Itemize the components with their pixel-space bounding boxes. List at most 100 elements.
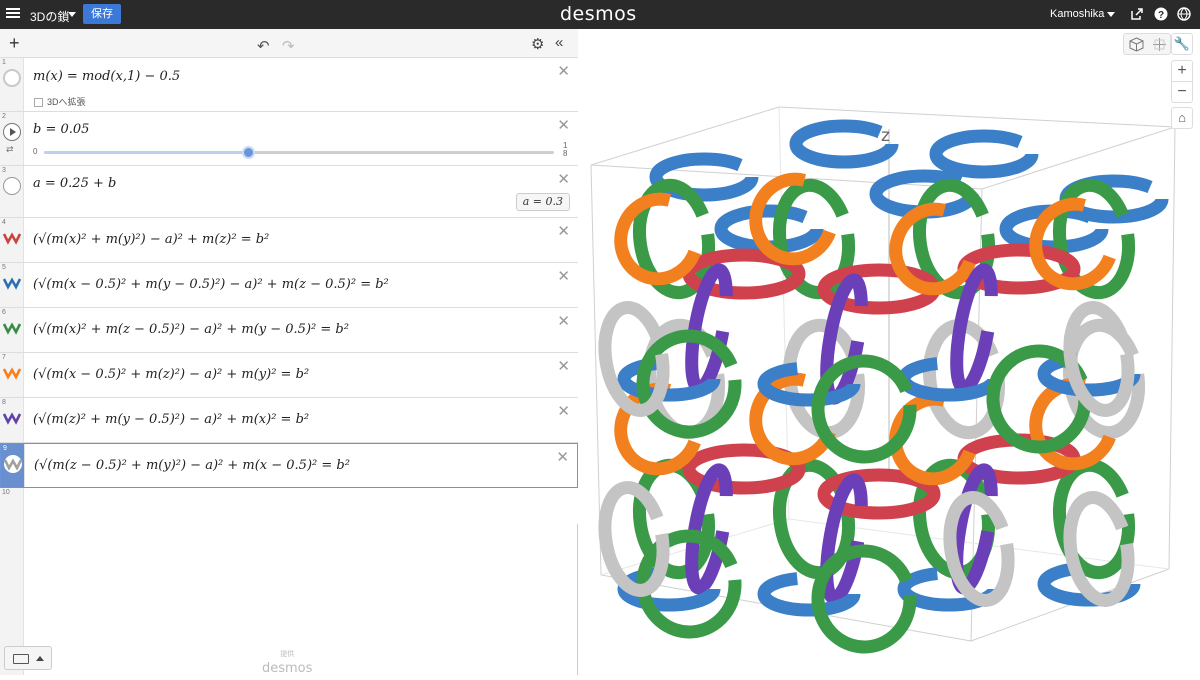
expression-number: 10 bbox=[2, 489, 10, 496]
expression-number: 1 bbox=[2, 59, 6, 66]
expression-math[interactable]: (√(m(x)² + m(z − 0.5)²) − a)² + m(y − 0.… bbox=[33, 322, 349, 337]
chevron-down-icon[interactable] bbox=[1107, 12, 1115, 17]
wrench-icon[interactable]: 🔧 bbox=[1171, 33, 1193, 55]
surface-color-icon[interactable] bbox=[3, 319, 21, 337]
surface-color-icon[interactable] bbox=[3, 409, 21, 427]
zoom-in-button[interactable]: + bbox=[1171, 60, 1193, 82]
expression-math[interactable]: (√(m(z − 0.5)² + m(y)²) − a)² + m(x − 0.… bbox=[34, 458, 350, 473]
checkbox-icon[interactable] bbox=[34, 98, 43, 108]
expression-math[interactable]: m(x) = mod(x,1) − 0.5 bbox=[33, 69, 180, 84]
expression-row[interactable]: 4 (√(m(x)² + m(y)²) − a)² + m(z)² = b² ✕ bbox=[0, 218, 578, 263]
delete-icon[interactable]: ✕ bbox=[557, 62, 570, 80]
variable-icon[interactable] bbox=[3, 177, 21, 195]
slider-fill bbox=[44, 151, 248, 154]
expression-math[interactable]: (√(m(x − 0.5)² + m(z)²) − a)² + m(y)² = … bbox=[33, 367, 309, 382]
svg-text:?: ? bbox=[1158, 10, 1164, 21]
delete-icon[interactable]: ✕ bbox=[556, 448, 569, 466]
expression-row[interactable]: 3 a = 0.25 + b a = 0.3 ✕ bbox=[0, 166, 578, 218]
delete-icon[interactable]: ✕ bbox=[557, 267, 570, 285]
user-menu[interactable]: Kamoshika bbox=[1050, 8, 1104, 20]
menu-icon[interactable] bbox=[6, 6, 20, 22]
expression-gutter: 6 bbox=[0, 308, 24, 352]
expression-row-empty[interactable]: 10 bbox=[0, 488, 578, 524]
home-icon[interactable]: ⌂ bbox=[1171, 107, 1193, 129]
panel-toolbar: + ↶ ↷ ⚙ « bbox=[0, 29, 578, 58]
redo-icon[interactable]: ↷ bbox=[282, 37, 295, 55]
torus-chain-surfaces bbox=[598, 119, 1169, 654]
expression-gutter: 4 bbox=[0, 218, 24, 262]
surface-color-icon[interactable] bbox=[4, 455, 22, 473]
grid-axes-icon[interactable] bbox=[1152, 37, 1167, 52]
keyboard-toggle-button[interactable] bbox=[4, 646, 52, 670]
hidden-toggle-icon[interactable] bbox=[3, 69, 21, 87]
globe-icon[interactable] bbox=[1177, 7, 1191, 21]
expression-row[interactable]: 2 ⇄ b = 0.05 0 18 ✕ bbox=[0, 112, 578, 166]
delete-icon[interactable]: ✕ bbox=[557, 312, 570, 330]
expression-number: 2 bbox=[2, 113, 6, 120]
help-icon[interactable]: ? bbox=[1154, 7, 1168, 21]
expression-gutter: 3 bbox=[0, 166, 24, 217]
graph-3d-canvas[interactable]: z 🔧 + − ⌂ bbox=[579, 29, 1200, 675]
expression-number: 9 bbox=[3, 445, 7, 452]
slider-max-den: 8 bbox=[563, 149, 568, 158]
expression-row-active[interactable]: 9 (√(m(z − 0.5)² + m(y)²) − a)² + m(x − … bbox=[0, 443, 578, 488]
expression-gutter: 9 bbox=[1, 444, 25, 487]
surface-color-icon[interactable] bbox=[3, 229, 21, 247]
expression-row[interactable]: 7 (√(m(x − 0.5)² + m(z)²) − a)² + m(y)² … bbox=[0, 353, 578, 398]
chevron-down-icon[interactable] bbox=[68, 12, 76, 17]
slider-min[interactable]: 0 bbox=[33, 147, 37, 156]
undo-icon[interactable]: ↶ bbox=[257, 37, 270, 55]
collapse-panel-icon[interactable]: « bbox=[555, 34, 563, 51]
expression-number: 4 bbox=[2, 219, 6, 226]
expression-row[interactable]: 8 (√(m(z)² + m(y − 0.5)²) − a)² + m(x)² … bbox=[0, 398, 578, 443]
z-axis-label: z bbox=[881, 126, 890, 146]
expression-row[interactable]: 5 (√(m(x − 0.5)² + m(y − 0.5)²) − a)² + … bbox=[0, 263, 578, 308]
torus-surface bbox=[929, 129, 1039, 179]
torus-surface bbox=[811, 354, 917, 464]
watermark-text: 提供 bbox=[280, 651, 295, 658]
gear-icon[interactable]: ⚙ bbox=[531, 35, 544, 53]
expression-number: 8 bbox=[2, 399, 6, 406]
chevron-up-icon bbox=[36, 656, 44, 661]
delete-icon[interactable]: ✕ bbox=[557, 170, 570, 188]
delete-icon[interactable]: ✕ bbox=[557, 402, 570, 420]
evaluation-result: a = 0.3 bbox=[515, 193, 570, 211]
surface-color-icon[interactable] bbox=[3, 364, 21, 382]
delete-icon[interactable]: ✕ bbox=[557, 357, 570, 375]
slider-max[interactable]: 18 bbox=[563, 142, 567, 158]
keyboard-icon bbox=[13, 654, 29, 664]
expression-gutter: 2 ⇄ bbox=[0, 112, 24, 165]
add-expression-button[interactable]: + bbox=[9, 34, 20, 52]
expression-math[interactable]: b = 0.05 bbox=[33, 122, 89, 137]
expression-math[interactable]: (√(m(x − 0.5)² + m(y − 0.5)²) − a)² + m(… bbox=[33, 277, 389, 292]
surface-color-icon[interactable] bbox=[3, 274, 21, 292]
expression-row[interactable]: 1 m(x) = mod(x,1) − 0.5 3Dへ拡張 ✕ bbox=[0, 58, 578, 112]
expression-math[interactable]: a = 0.25 + b bbox=[33, 176, 116, 191]
save-button[interactable]: 保存 bbox=[83, 4, 121, 24]
expression-panel: + ↶ ↷ ⚙ « 1 m(x) = mod(x,1) − 0.5 3Dへ拡張 … bbox=[0, 29, 578, 676]
slider-track[interactable] bbox=[44, 146, 554, 159]
extend-3d-checkbox[interactable]: 3Dへ拡張 bbox=[34, 95, 86, 108]
expression-gutter: 7 bbox=[0, 353, 24, 397]
share-icon[interactable] bbox=[1130, 7, 1144, 21]
expression-number: 5 bbox=[2, 264, 6, 271]
expression-gutter: 8 bbox=[0, 398, 24, 442]
expression-math[interactable]: (√(m(z)² + m(y − 0.5)²) − a)² + m(x)² = … bbox=[33, 412, 309, 427]
3d-scene[interactable]: z bbox=[579, 29, 1200, 675]
delete-icon[interactable]: ✕ bbox=[557, 222, 570, 240]
slider-handle[interactable] bbox=[242, 146, 255, 159]
delete-icon[interactable]: ✕ bbox=[557, 116, 570, 134]
expression-number: 6 bbox=[2, 309, 6, 316]
expression-gutter: 1 bbox=[0, 58, 24, 111]
view-toggle[interactable] bbox=[1123, 33, 1171, 55]
cube-icon[interactable] bbox=[1129, 37, 1144, 52]
desmos-logo: desmos bbox=[560, 3, 637, 25]
expression-math[interactable]: (√(m(x)² + m(y)²) − a)² + m(z)² = b² bbox=[33, 232, 269, 247]
zoom-out-button[interactable]: − bbox=[1171, 81, 1193, 103]
top-bar: 3Dの鎖 保存 desmos Kamoshika ? bbox=[0, 0, 1200, 29]
document-title[interactable]: 3Dの鎖 bbox=[30, 8, 69, 25]
loop-icon[interactable]: ⇄ bbox=[6, 144, 14, 155]
expression-gutter: 5 bbox=[0, 263, 24, 307]
expression-row[interactable]: 6 (√(m(x)² + m(z − 0.5)²) − a)² + m(y − … bbox=[0, 308, 578, 353]
play-icon[interactable] bbox=[3, 123, 21, 141]
